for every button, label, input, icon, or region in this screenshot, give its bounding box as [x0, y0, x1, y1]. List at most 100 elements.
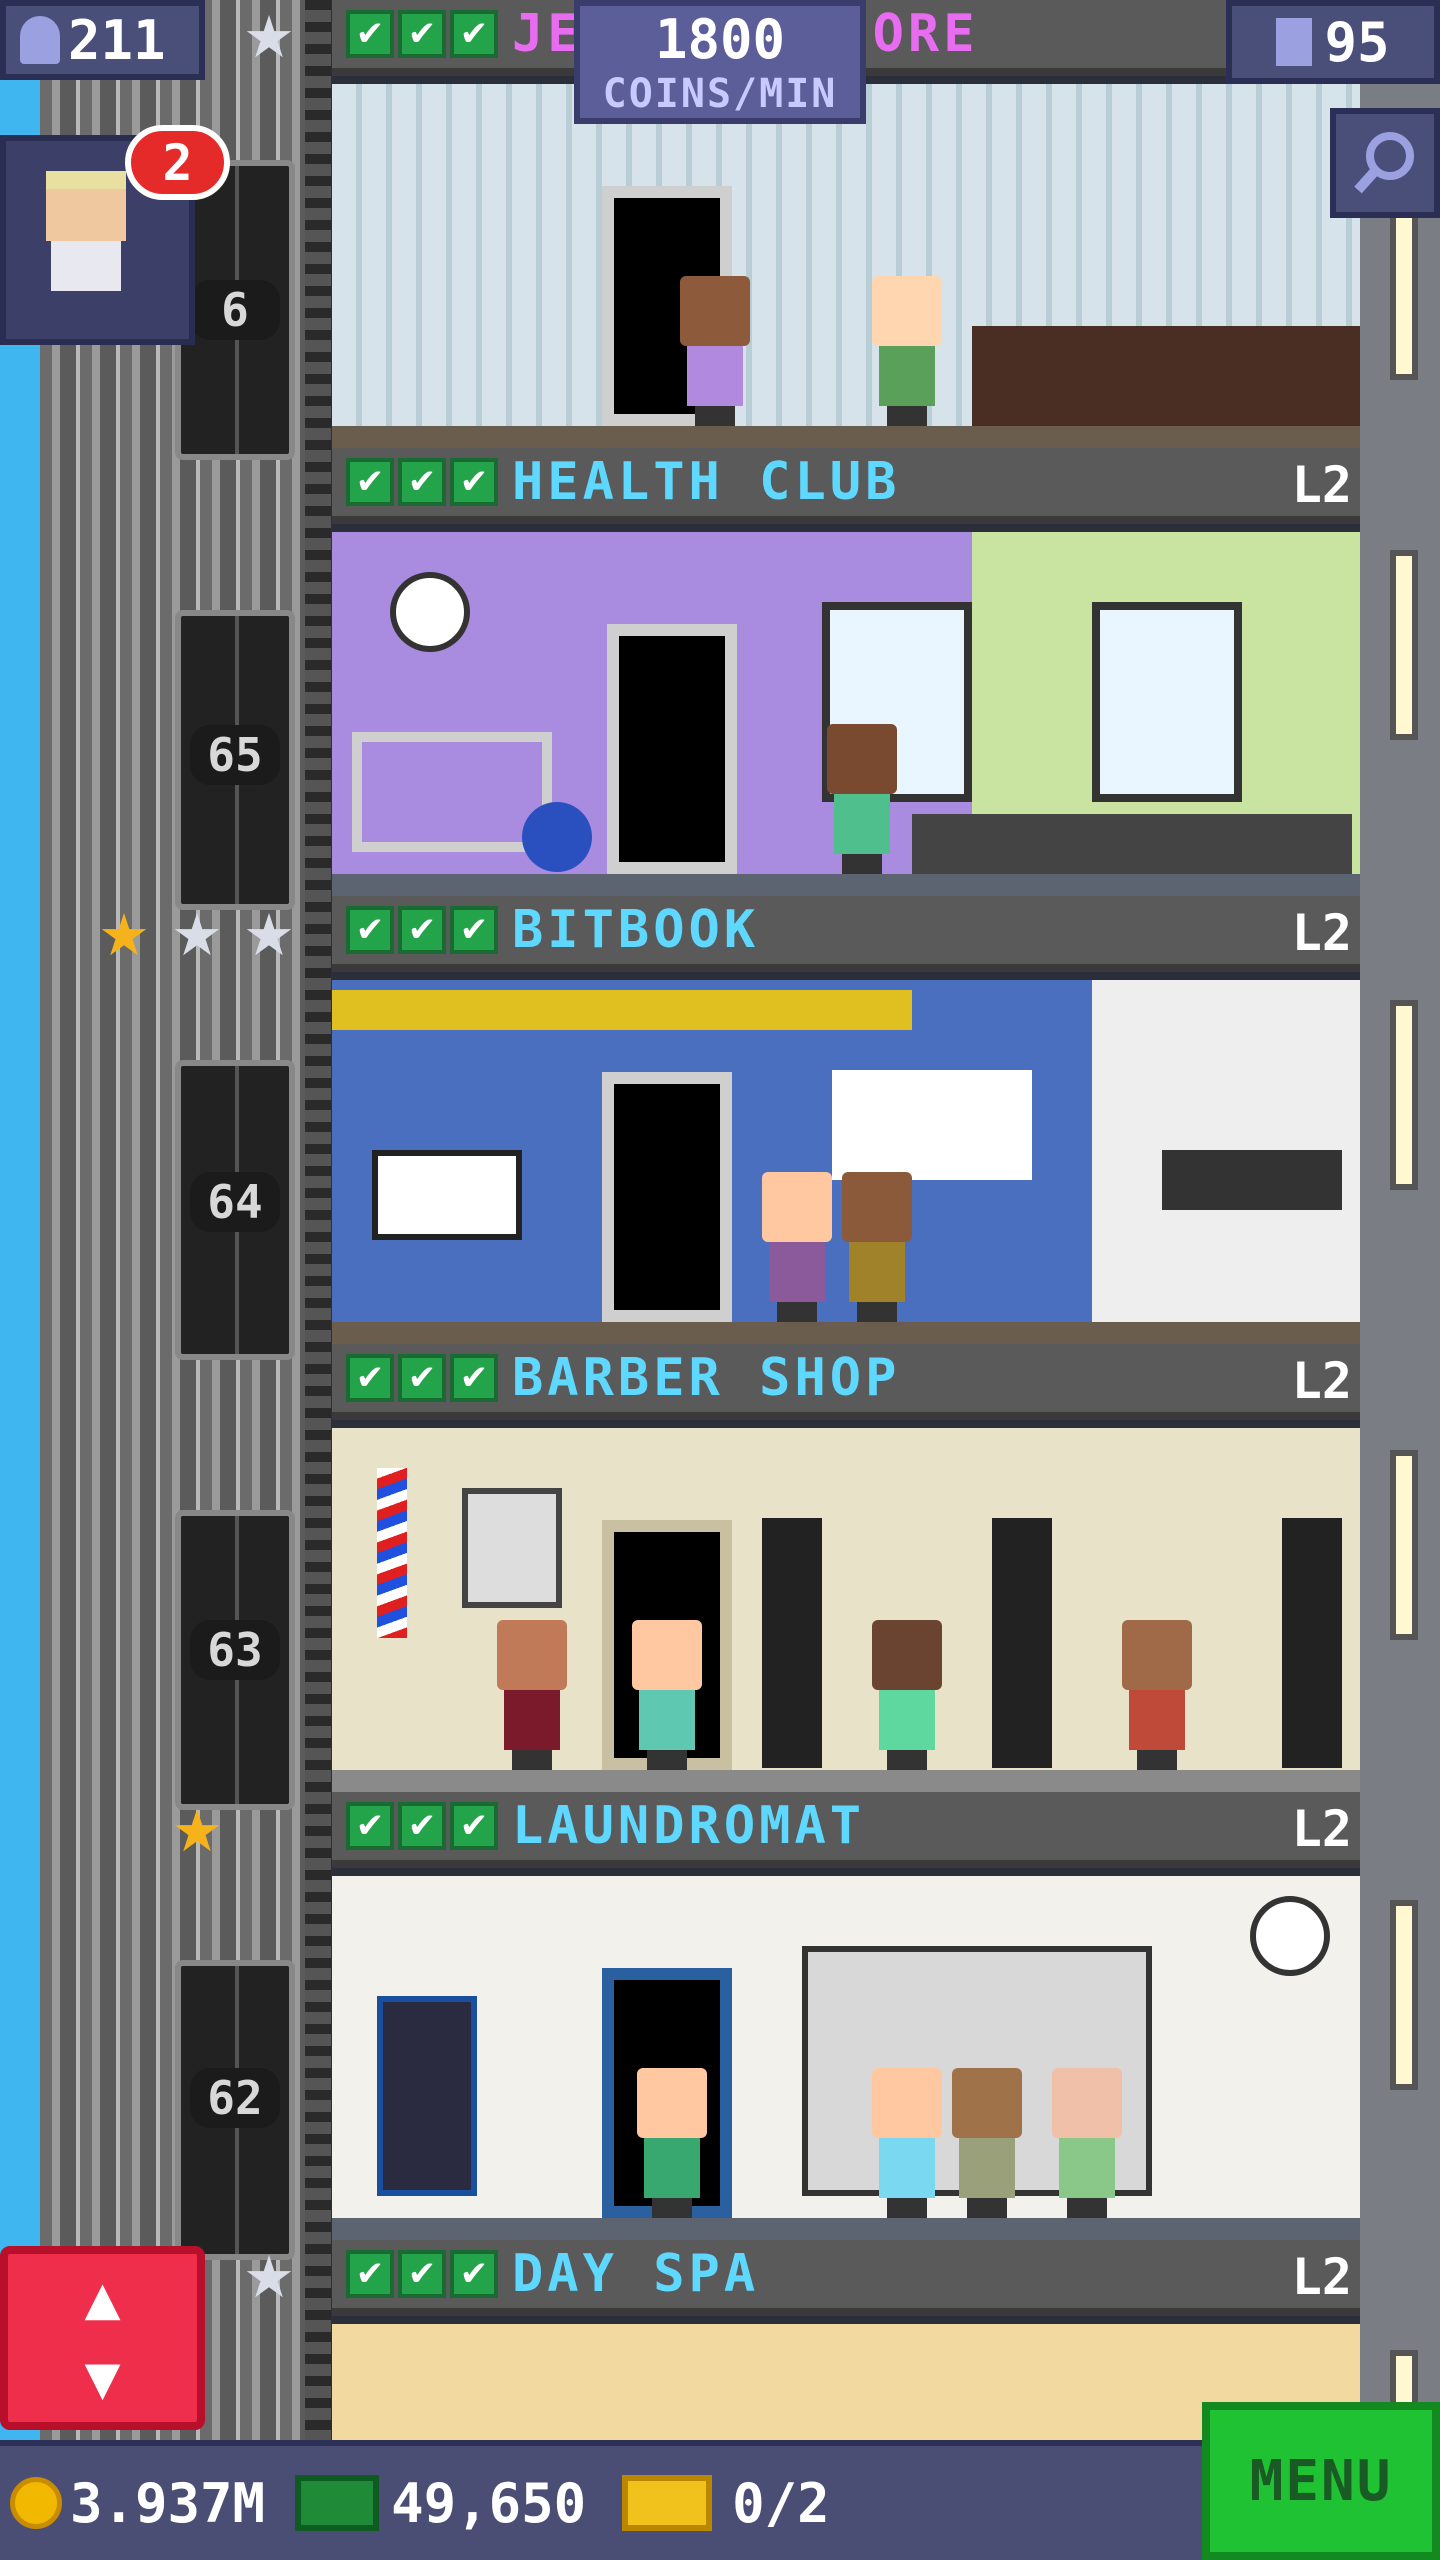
window-light — [1390, 1900, 1418, 2090]
bux-display[interactable]: 49,650 — [275, 2472, 586, 2535]
person[interactable] — [952, 2068, 1022, 2218]
door — [607, 624, 737, 874]
check-icon: ✔ — [398, 2250, 446, 2298]
vending-machine — [377, 1996, 477, 2196]
room-floor — [332, 2218, 1360, 2240]
floor-barber-shop[interactable]: ✔ ✔ ✔ BARBER SHOP L2 — [332, 1344, 1360, 1792]
floor-level: L2 — [1291, 2248, 1352, 2306]
person[interactable] — [632, 1620, 702, 1770]
person[interactable] — [872, 2068, 942, 2218]
elevator-floor-number: 6 — [190, 280, 280, 340]
elevator-floor-number: 63 — [190, 1620, 280, 1680]
people-icon — [20, 16, 60, 64]
floor-checks: ✔ ✔ ✔ — [346, 906, 498, 954]
check-icon: ✔ — [346, 2250, 394, 2298]
tickets-display[interactable]: 0/2 — [596, 2472, 830, 2535]
person[interactable] — [872, 276, 942, 426]
room-interior — [332, 1876, 1360, 2240]
check-icon: ✔ — [398, 1802, 446, 1850]
tickets-value: 0/2 — [732, 2471, 830, 2535]
door — [602, 1072, 732, 1322]
floor-level: L2 — [1291, 1352, 1352, 1410]
floor-header: ✔ ✔ ✔ DAY SPA L2 — [332, 2240, 1360, 2316]
sky-strip — [0, 0, 40, 2560]
floor-name: HEALTH CLUB — [512, 452, 901, 512]
poster — [462, 1488, 562, 1608]
exercise-ball — [522, 802, 592, 872]
floor-checks: ✔ ✔ ✔ — [346, 10, 498, 58]
floor-name: BARBER SHOP — [512, 1348, 901, 1408]
person[interactable] — [827, 724, 897, 874]
coins-display[interactable]: 3.937M — [10, 2472, 265, 2535]
floor-bitbook[interactable]: ✔ ✔ ✔ BITBOOK L2 — [332, 896, 1360, 1344]
room-floor — [332, 874, 1360, 896]
check-icon: ✔ — [346, 1354, 394, 1402]
shaft-rail — [305, 0, 331, 2440]
room-floor — [332, 1322, 1360, 1344]
coin-rate-panel: 1800 COINS/MIN — [574, 0, 866, 124]
check-icon: ✔ — [346, 906, 394, 954]
floor-checks: ✔ ✔ ✔ — [346, 458, 498, 506]
star-icon: ★ — [243, 2243, 295, 2311]
window-light — [1390, 1000, 1418, 1190]
barber-pole — [377, 1468, 407, 1638]
star-icon: ★ — [243, 901, 295, 969]
floor-level: L2 — [1291, 456, 1352, 514]
person[interactable] — [1052, 2068, 1122, 2218]
star-icon: ★ — [98, 901, 150, 969]
check-icon: ✔ — [398, 10, 446, 58]
floor-checks: ✔ ✔ ✔ — [346, 1354, 498, 1402]
floor-header: ✔ ✔ ✔ HEALTH CLUB L2 — [332, 448, 1360, 524]
floor-laundromat[interactable]: ✔ ✔ ✔ LAUNDROMAT L2 — [332, 1792, 1360, 2240]
star-icon: ★ — [171, 901, 223, 969]
floor-level: L2 — [1291, 904, 1352, 962]
elevator-floor-number: 64 — [190, 1172, 280, 1232]
check-icon: ✔ — [398, 1354, 446, 1402]
person[interactable] — [497, 1620, 567, 1770]
person[interactable] — [762, 1172, 832, 1322]
bitbook-logo — [832, 1070, 1032, 1180]
check-icon: ✔ — [398, 458, 446, 506]
population-counter[interactable]: 211 — [0, 0, 205, 80]
bux-icon — [295, 2475, 380, 2531]
window-light — [1390, 1450, 1418, 1640]
floor-name-left: JE — [512, 4, 583, 64]
check-icon: ✔ — [346, 10, 394, 58]
floor-health-club[interactable]: ✔ ✔ ✔ HEALTH CLUB L2 — [332, 448, 1360, 896]
person[interactable] — [872, 1620, 942, 1770]
person[interactable] — [680, 276, 750, 426]
elevator-shaft[interactable]: 6 65 64 63 62 — [40, 0, 330, 2440]
window — [1092, 602, 1242, 802]
jewelry-counter — [972, 326, 1360, 426]
wall-clocks — [1162, 1150, 1342, 1210]
floor-name: DAY SPA — [512, 2244, 760, 2304]
floor-name: BITBOOK — [512, 900, 760, 960]
person[interactable] — [637, 2068, 707, 2218]
floor-checks: ✔ ✔ ✔ — [346, 1802, 498, 1850]
yellow-pipe — [332, 990, 912, 1030]
floor-checks: ✔ ✔ ✔ — [346, 2250, 498, 2298]
clock-icon — [390, 572, 470, 652]
visitor-count-badge: 2 — [125, 125, 230, 200]
person[interactable] — [1122, 1620, 1192, 1770]
check-icon: ✔ — [450, 1354, 498, 1402]
elevator-button[interactable]: ▲ ▼ — [0, 2246, 205, 2430]
check-icon: ✔ — [450, 458, 498, 506]
coin-icon — [10, 2477, 62, 2529]
shelf — [1282, 1518, 1342, 1768]
check-icon: ✔ — [346, 1802, 394, 1850]
star-icon: ★ — [243, 3, 295, 71]
menu-button[interactable]: MENU — [1202, 2402, 1440, 2560]
search-button[interactable] — [1330, 108, 1440, 218]
check-icon: ✔ — [450, 906, 498, 954]
shelf — [992, 1518, 1052, 1768]
shelf — [762, 1518, 822, 1768]
floor-name: LAUNDROMAT — [512, 1796, 866, 1856]
person[interactable] — [842, 1172, 912, 1322]
check-icon: ✔ — [450, 10, 498, 58]
floors-counter[interactable]: 95 — [1226, 0, 1440, 84]
monitor — [372, 1150, 522, 1240]
window-light — [1390, 550, 1418, 740]
treadmills — [912, 814, 1352, 874]
avatar — [36, 171, 136, 301]
